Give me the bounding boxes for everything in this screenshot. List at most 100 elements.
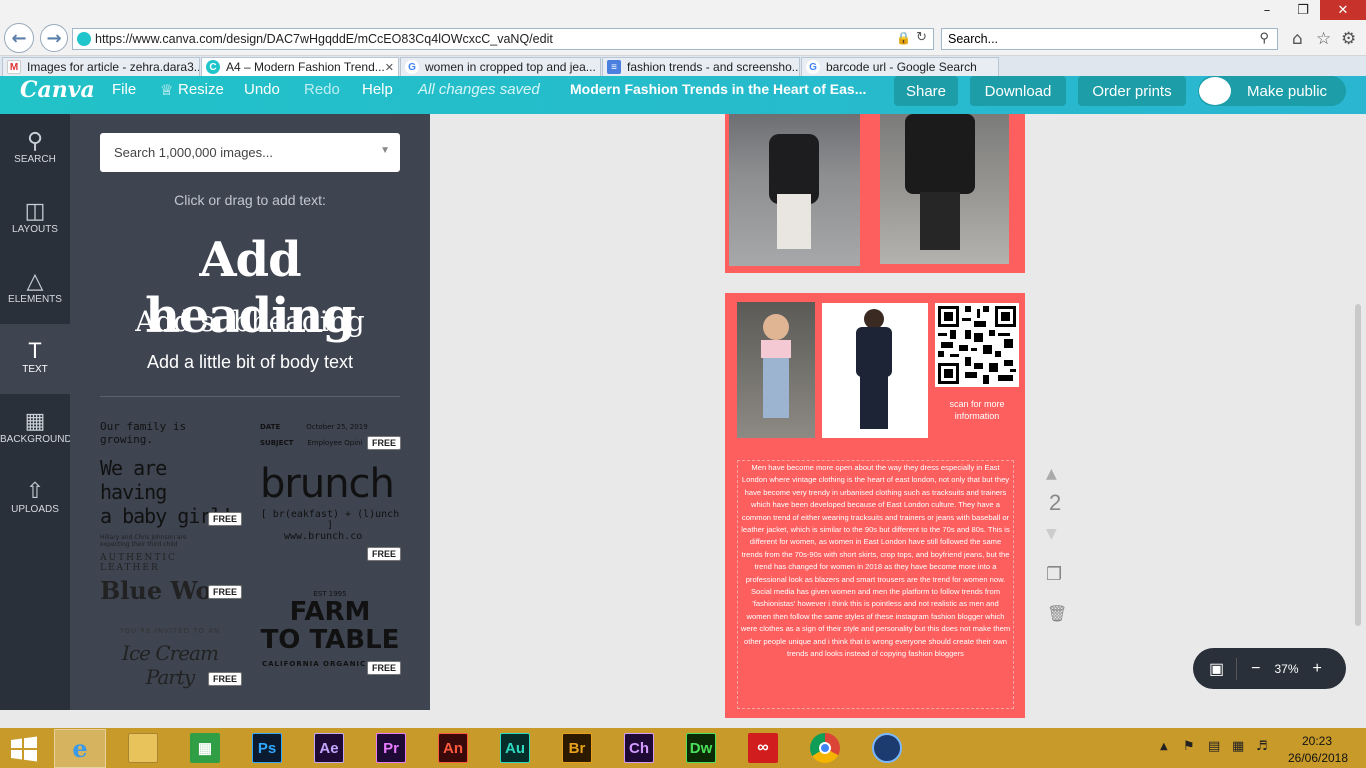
tracksuit-photo[interactable] (822, 303, 928, 438)
after-effects-icon[interactable]: Ae (314, 733, 344, 763)
sidebar-item-layouts[interactable]: ◫ LAYOUTS (0, 184, 70, 254)
tab-docs[interactable]: ≡ fashion trends - and screensho... (602, 57, 800, 76)
move-down-icon[interactable]: ▼ (1046, 526, 1057, 542)
animate-icon[interactable]: An (438, 733, 468, 763)
move-up-icon[interactable]: ▲ (1046, 466, 1057, 482)
tray-chevron-icon[interactable]: ▲ (1160, 741, 1168, 752)
search-placeholder: Search 1,000,000 images... (114, 145, 273, 160)
home-icon[interactable]: ⌂ (1292, 29, 1303, 49)
flag-icon[interactable]: ⚑ (1183, 739, 1195, 754)
street-style-photo-man[interactable] (880, 114, 1009, 264)
close-tab-icon[interactable]: ✕ (385, 61, 394, 74)
sidebar-item-label: ELEMENTS (8, 294, 62, 305)
forward-button[interactable]: → (40, 24, 68, 52)
tab-gmail[interactable]: M Images for article - zehra.dara3... (2, 57, 200, 76)
character-animator-icon[interactable]: Ch (624, 733, 654, 763)
delete-page-icon[interactable]: 🗑 (1047, 604, 1067, 623)
canvas-scrollbar[interactable] (1355, 304, 1361, 626)
make-public-toggle[interactable]: Make public (1198, 76, 1346, 106)
sidebar-item-elements[interactable]: △ ELEMENTS (0, 254, 70, 324)
network-icon[interactable]: ▦ (1232, 739, 1244, 754)
tab-strip: M Images for article - zehra.dara3... C … (0, 56, 1366, 76)
minimize-icon[interactable]: – (1250, 0, 1284, 20)
free-badge: FREE (367, 436, 402, 450)
template-text: SUBJECT (260, 439, 294, 447)
photo-figure (856, 327, 892, 377)
sidebar-item-uploads[interactable]: ⇧ UPLOADS (0, 464, 70, 534)
download-button[interactable]: Download (970, 76, 1066, 106)
add-subheading-button[interactable]: Add subheading (90, 305, 410, 338)
toggle-knob (1199, 77, 1231, 105)
battery-icon[interactable]: ▤ (1208, 739, 1220, 754)
free-badge: FREE (208, 672, 243, 686)
zoom-out-button[interactable]: − (1251, 660, 1260, 678)
tab-google-women[interactable]: G women in cropped top and jea... (400, 57, 601, 76)
help-button[interactable]: Help (362, 81, 393, 98)
file-explorer-icon[interactable] (128, 733, 158, 763)
qr-code-icon (938, 306, 1016, 384)
back-button[interactable]: ← (4, 23, 34, 53)
close-window-icon[interactable]: ✕ (1320, 0, 1366, 20)
template-text: www.brunch.co (284, 531, 363, 542)
search-icon[interactable]: ⚲ (1259, 30, 1269, 46)
zoom-in-button[interactable]: + (1313, 660, 1322, 678)
photo-figure (920, 192, 960, 250)
search-placeholder: Search... (948, 32, 999, 46)
image-search-input[interactable]: Search 1,000,000 images... ▼ (100, 133, 400, 172)
bridge-icon[interactable]: Br (562, 733, 592, 763)
qr-caption[interactable]: scan for more information (937, 398, 1017, 422)
tab-canva[interactable]: C A4 – Modern Fashion Trend... ✕ (201, 57, 399, 76)
file-menu[interactable]: File (112, 81, 136, 98)
upload-icon: ⇧ (25, 478, 45, 503)
audition-icon[interactable]: Au (500, 733, 530, 763)
article-text-box[interactable]: Men have become more open about the way … (737, 460, 1014, 709)
sidebar-item-search[interactable]: ⚲ SEARCH (0, 114, 70, 184)
favorites-star-icon[interactable]: ☆ (1316, 29, 1331, 49)
windows-start-icon[interactable] (10, 736, 38, 762)
template-text: YOU'RE INVITED TO AN (119, 627, 221, 635)
clock-time[interactable]: 20:23 (1286, 734, 1348, 748)
photo-figure (761, 340, 791, 358)
premiere-icon[interactable]: Pr (376, 733, 406, 763)
chevron-down-icon[interactable]: ▼ (380, 145, 390, 156)
sidebar-item-label: BACKGROUND (0, 434, 72, 445)
resize-button[interactable]: Resize (178, 81, 224, 98)
free-badge: FREE (367, 547, 402, 561)
canva-logo[interactable]: Canva (20, 77, 95, 103)
internet-explorer-icon[interactable]: e (65, 733, 95, 763)
street-style-photo-woman[interactable] (729, 114, 860, 266)
photoshop-icon[interactable]: Ps (252, 733, 282, 763)
redo-button[interactable]: Redo (304, 81, 340, 98)
refresh-icon[interactable]: ↻ (916, 30, 927, 45)
photo-figure (763, 314, 789, 340)
creative-cloud-icon[interactable]: ∞ (748, 733, 778, 763)
elements-icon: △ (26, 268, 44, 293)
sidebar-item-background[interactable]: ▦ BACKGROUND (0, 394, 72, 464)
dreamweaver-icon[interactable]: Dw (686, 733, 716, 763)
globe-app-icon[interactable] (872, 733, 902, 763)
order-prints-button[interactable]: Order prints (1078, 76, 1186, 106)
qr-code-image[interactable] (935, 303, 1019, 387)
add-body-text-button[interactable]: Add a little bit of body text (90, 352, 410, 373)
chrome-icon[interactable] (810, 733, 840, 763)
presentation-icon[interactable]: ▣ (1209, 659, 1224, 679)
design-title[interactable]: Modern Fashion Trends in the Heart of Ea… (570, 81, 866, 97)
maximize-icon[interactable]: ❐ (1286, 0, 1320, 20)
sidebar-item-label: LAYOUTS (12, 224, 58, 235)
tab-google-barcode[interactable]: G barcode url - Google Search (801, 57, 999, 76)
share-button[interactable]: Share (894, 76, 958, 106)
sidebar-item-label: SEARCH (14, 154, 56, 165)
clock-date[interactable]: 26/06/2018 (1286, 751, 1350, 765)
sidebar-rail: ⚲ SEARCH ◫ LAYOUTS △ ELEMENTS T TEXT ▦ B… (0, 114, 72, 710)
store-icon[interactable]: ▦ (190, 733, 220, 763)
volume-icon[interactable]: ♬ (1256, 739, 1268, 754)
undo-button[interactable]: Undo (244, 81, 280, 98)
settings-gear-icon[interactable]: ⚙ (1341, 29, 1356, 49)
browser-search-input[interactable]: Search... ⚲ (941, 28, 1278, 50)
sidebar-item-text[interactable]: T TEXT (0, 324, 70, 394)
zoom-level[interactable]: 37% (1274, 662, 1298, 676)
copy-page-icon[interactable]: ❐ (1046, 564, 1062, 585)
template-text: DATE (260, 423, 281, 431)
address-bar[interactable]: https://www.canva.com/design/DAC7wHgqddE… (72, 28, 934, 50)
crop-top-photo[interactable] (737, 302, 815, 438)
